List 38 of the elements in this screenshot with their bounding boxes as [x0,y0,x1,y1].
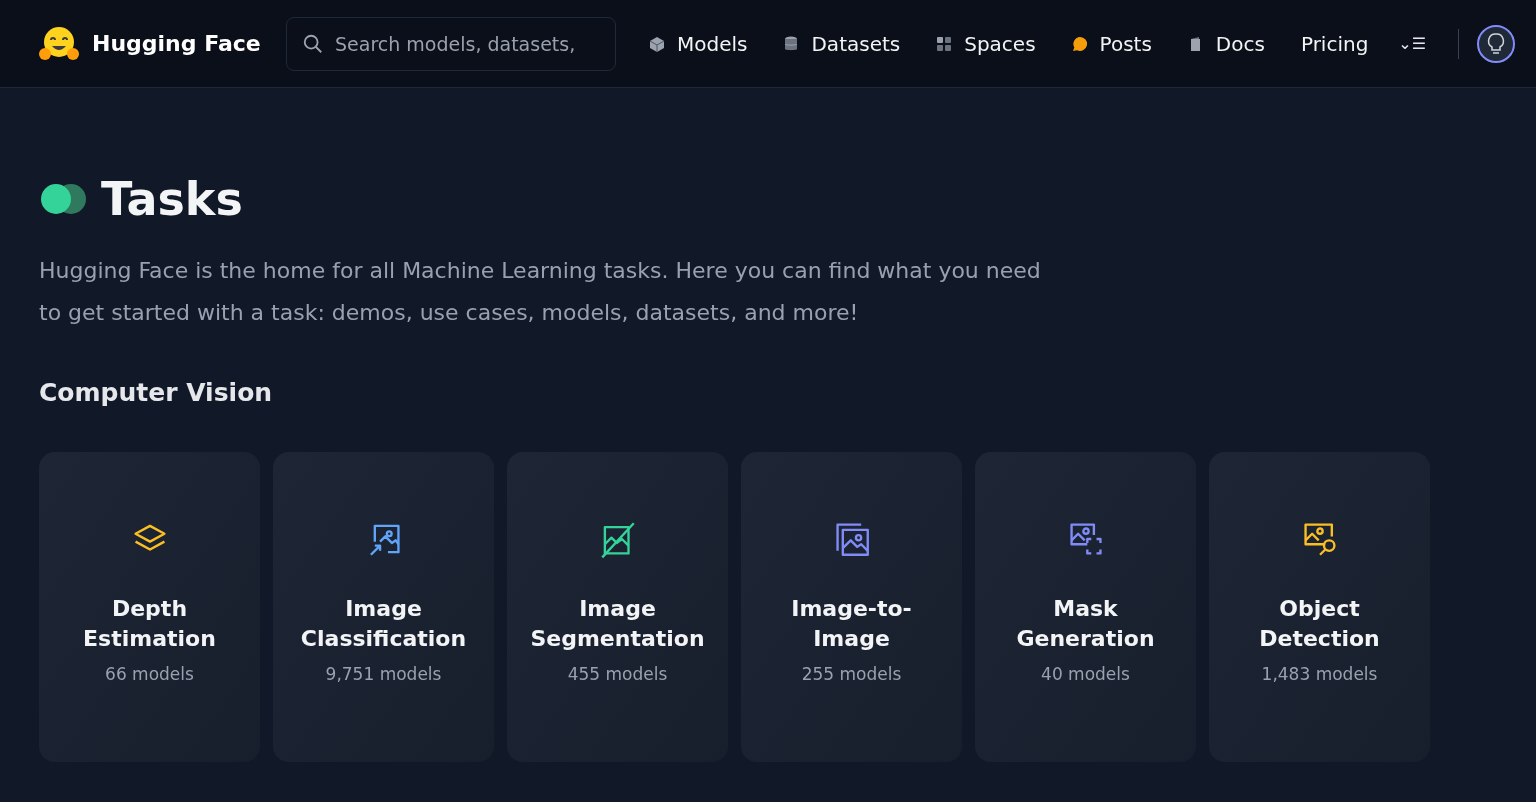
task-name: Depth Estimation [82,594,217,653]
task-name: Image Segmentation [529,594,706,653]
model-count: 9,751 models [325,662,442,686]
page-description: Hugging Face is the home for all Machine Learning tasks. Here you can find what you need to get started with a task: demos, use cases, models, datasets, and more! [39,257,1042,327]
task-name: Image Classification [299,594,468,653]
user-avatar[interactable] [1477,24,1516,63]
model-count: 455 models [567,662,668,686]
task-card[interactable]: Depth Estimation 66 models [39,451,260,762]
nav-link[interactable]: Datasets [783,28,901,59]
model-count: 255 models [801,662,902,686]
task-card[interactable]: Image-to-Image 255 models [741,451,962,762]
page-title: Tasks [101,176,243,222]
two-dots-icon [39,183,87,215]
speech-bubble-icon [1071,35,1088,52]
model-count: 1,483 models [1261,662,1378,686]
nav-link[interactable]: Models [649,28,748,59]
search-field[interactable]: Search models, datasets, [286,16,616,71]
grid-icon [936,35,953,52]
nav-link[interactable]: Docs [1187,28,1265,59]
task-card[interactable]: Image Segmentation 455 models [507,451,728,762]
cube-icon [649,35,665,52]
brand-name[interactable]: Hugging Face [92,27,261,60]
database-icon [783,35,800,52]
section-title: Computer Vision [39,377,274,409]
nav-link[interactable]: Pricing [1300,28,1369,59]
smiling-face-logo-icon [38,25,80,62]
task-card[interactable]: Mask Generation 40 models [975,451,1196,762]
model-count: 40 models [1041,662,1130,686]
nav-link[interactable]: Spaces [936,28,1036,59]
task-card[interactable]: Object Detection 1,483 models [1209,451,1430,762]
model-count: 66 models [105,662,194,686]
task-name: Image-to-Image [790,594,913,653]
task-name: Object Detection [1258,594,1381,653]
more-menu-button[interactable]: ⌄☰ [1398,31,1427,56]
task-name: Mask Generation [1015,594,1156,653]
nav-link[interactable]: Posts [1071,28,1152,59]
task-card[interactable]: Image Classification 9,751 models [273,451,494,762]
search-icon [302,32,324,55]
